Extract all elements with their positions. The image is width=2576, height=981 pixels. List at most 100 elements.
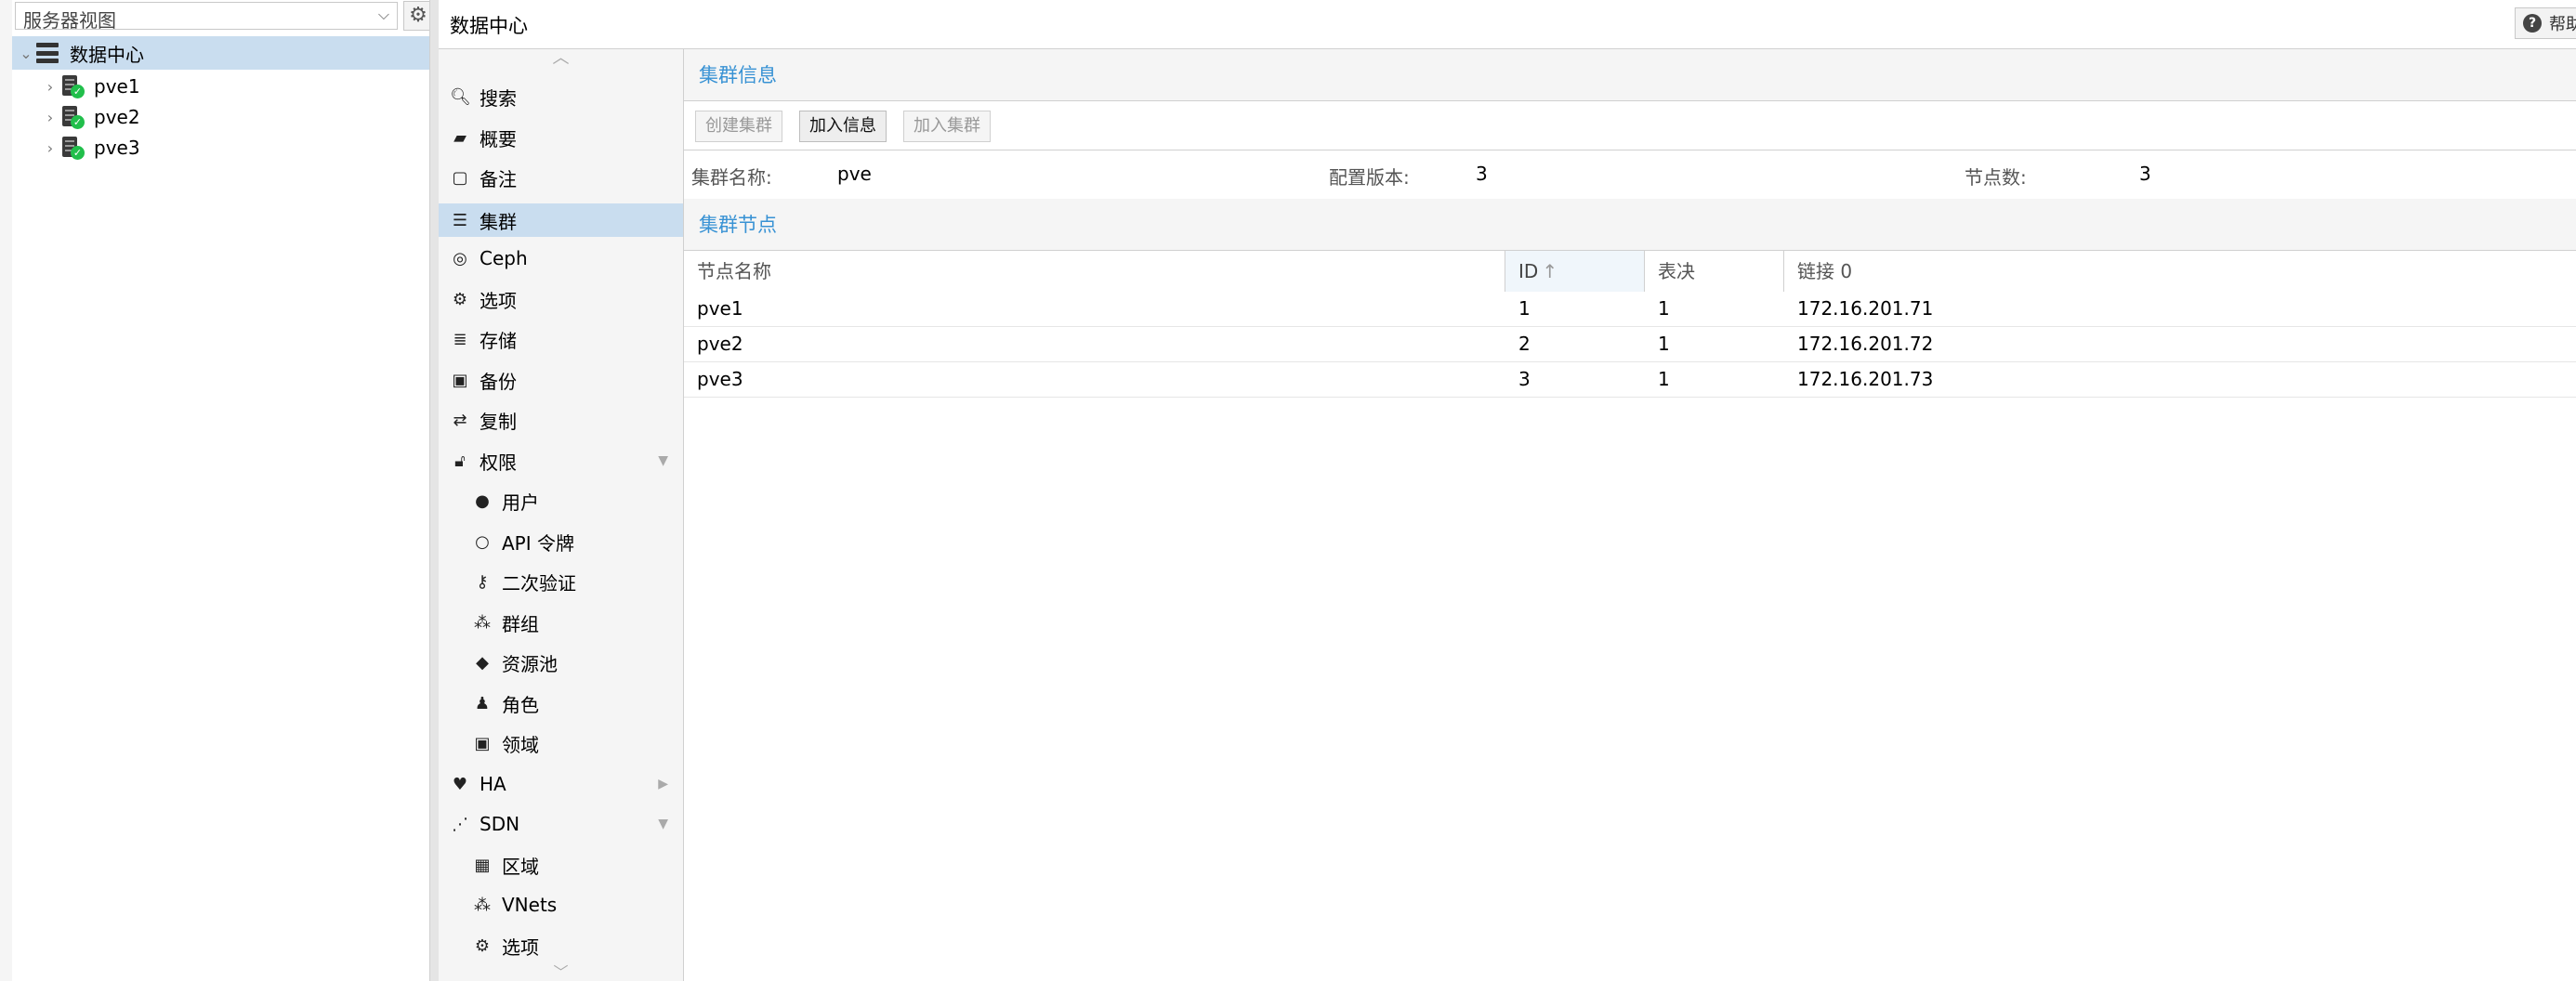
menu-item-api-tokens[interactable]: ○ API 令牌	[439, 525, 683, 558]
expand-icon[interactable]: ›	[40, 78, 60, 96]
node-count-value: 3	[2139, 163, 2151, 185]
menu-item-zones[interactable]: ▦ 区域	[439, 848, 683, 882]
menu-item-label: 用户	[502, 490, 539, 514]
grid-icon: ▦	[474, 855, 491, 875]
table-row[interactable]: pve2 2 1 172.16.201.72	[684, 327, 2576, 362]
menu-item-search[interactable]: 🔍︎ 搜索	[439, 80, 683, 113]
menu-item-replication[interactable]: ⇄ 复制	[439, 403, 683, 437]
menu-item-notes[interactable]: ▢ 备注	[439, 161, 683, 194]
node-name-cell: pve2	[697, 333, 743, 355]
table-row[interactable]: pve3 3 1 172.16.201.73	[684, 362, 2576, 398]
tree-node-pve2[interactable]: › ✓ pve2	[40, 102, 140, 132]
cluster-info-header: 集群信息	[684, 49, 2576, 101]
menu-item-backup[interactable]: ▣ 备份	[439, 363, 683, 397]
cluster-name-label: 集群名称:	[691, 166, 772, 189]
node-id-cell: 1	[1518, 297, 1531, 320]
collapse-icon[interactable]: ⌄	[16, 45, 36, 62]
menu-item-sdn[interactable]: ⋰ SDN ▼	[439, 807, 683, 841]
help-button[interactable]: ? 帮助	[2515, 7, 2576, 39]
book-icon: ▰	[453, 127, 467, 148]
collapse-arrow-icon[interactable]: ▼	[658, 453, 668, 468]
tree-node-label: pve2	[94, 106, 140, 128]
column-header-id[interactable]: ID ↑	[1505, 251, 1645, 292]
node-count-label: 节点数:	[1965, 166, 2027, 189]
notes-icon: ▢	[452, 167, 468, 188]
menu-scroll-down-icon[interactable]: ﹀	[439, 964, 683, 981]
column-header-node-name[interactable]: 节点名称	[684, 251, 1505, 292]
menu-item-label: 二次验证	[502, 571, 576, 595]
menu-item-vnets[interactable]: ⁂ VNets	[439, 888, 683, 922]
heartbeat-icon: ♥	[452, 774, 468, 794]
database-icon: ≣	[453, 329, 467, 349]
node-link0-cell: 172.16.201.73	[1797, 368, 1934, 390]
datacenter-menu: ︿ 🔍︎ 搜索 ▰ 概要 ▢ 备注 ☰ 集群 ◎ Ceph ⚙ 选项 ≣ 存储 …	[439, 49, 684, 981]
page-title: 数据中心	[450, 15, 528, 37]
table-row[interactable]: pve1 1 1 172.16.201.71	[684, 292, 2576, 327]
help-button-label: 帮助	[2549, 15, 2576, 34]
menu-item-label: HA	[480, 773, 506, 795]
column-header-link0[interactable]: 链接 0	[1784, 251, 2576, 292]
resource-tree-panel: 服务器视图 ⌵ ⚙ ⌄ 数据中心 › ✓ pve1 › ✓ pve2 › ✓ p…	[12, 0, 433, 981]
column-header-label: 节点名称	[697, 260, 771, 282]
join-information-button[interactable]: 加入信息	[799, 111, 887, 142]
view-selector[interactable]: 服务器视图 ⌵	[15, 2, 398, 32]
nodes-grid-header: 节点名称 ID ↑ 表决 链接 0	[684, 250, 2576, 293]
expand-icon[interactable]: ›	[40, 139, 60, 157]
menu-item-roles[interactable]: ♟ 角色	[439, 687, 683, 720]
cluster-nodes-title: 集群节点	[699, 214, 777, 236]
menu-item-storage[interactable]: ≣ 存储	[439, 322, 683, 356]
cluster-toolbar: 创建集群 加入信息 加入集群	[684, 101, 2576, 150]
chevron-down-icon: ⌵	[377, 6, 389, 23]
node-link0-cell: 172.16.201.71	[1797, 297, 1934, 320]
menu-item-label: 备注	[480, 167, 517, 190]
user-outline-icon: ○	[475, 531, 490, 552]
unlock-icon: 🔓︎	[454, 451, 466, 471]
column-header-votes[interactable]: 表决	[1645, 251, 1784, 292]
tree-root-label: 数据中心	[70, 43, 144, 66]
menu-item-options[interactable]: ⚙ 选项	[439, 282, 683, 316]
menu-item-label: 选项	[480, 289, 517, 312]
menu-item-label: 搜索	[480, 86, 517, 110]
menu-item-sdn-options[interactable]: ⚙ 选项	[439, 929, 683, 962]
tree-node-label: pve1	[94, 75, 140, 98]
node-votes-cell: 1	[1658, 333, 1670, 355]
menu-item-realms[interactable]: ▣ 领域	[439, 726, 683, 760]
content-header: 数据中心 ? 帮助	[439, 0, 2576, 49]
menu-scroll-up-icon[interactable]: ︿	[439, 49, 683, 68]
tree-root-datacenter[interactable]: ⌄ 数据中心	[12, 36, 429, 70]
menu-item-label: Ceph	[480, 247, 528, 269]
menu-item-ceph[interactable]: ◎ Ceph	[439, 242, 683, 275]
menu-item-two-factor[interactable]: ⚷ 二次验证	[439, 565, 683, 598]
join-cluster-button[interactable]: 加入集群	[903, 111, 991, 142]
node-votes-cell: 1	[1658, 297, 1670, 320]
tree-node-pve3[interactable]: › ✓ pve3	[40, 133, 140, 163]
column-header-label: 表决	[1658, 260, 1695, 282]
node-online-icon: ✓	[60, 136, 85, 160]
cluster-info-row: 集群名称: pve 配置版本: 3 节点数: 3	[684, 150, 2576, 199]
menu-item-pools[interactable]: ◆ 资源池	[439, 646, 683, 679]
expand-arrow-icon[interactable]: ▶	[658, 777, 668, 791]
menu-item-summary[interactable]: ▰ 概要	[439, 121, 683, 154]
column-header-label: ID	[1518, 260, 1539, 282]
menu-item-groups[interactable]: ⁂ 群组	[439, 606, 683, 639]
users-icon: ⁂	[474, 612, 491, 633]
collapse-arrow-icon[interactable]: ▼	[658, 817, 668, 831]
menu-item-ha[interactable]: ♥ HA ▶	[439, 767, 683, 801]
tree-node-pve1[interactable]: › ✓ pve1	[40, 72, 140, 101]
menu-item-label: VNets	[502, 894, 558, 916]
search-icon: 🔍︎	[450, 86, 471, 107]
node-online-icon: ✓	[60, 74, 85, 98]
menu-item-cluster[interactable]: ☰ 集群	[439, 203, 683, 237]
config-version-label: 配置版本:	[1329, 166, 1410, 189]
sdn-icon: ⋰	[452, 814, 468, 834]
cluster-content: 集群信息 创建集群 加入信息 加入集群 集群名称: pve 配置版本: 3 节点…	[684, 49, 2576, 981]
node-link0-cell: 172.16.201.72	[1797, 333, 1934, 355]
expand-icon[interactable]: ›	[40, 109, 60, 126]
datacenter-icon	[36, 43, 59, 63]
menu-item-label: 概要	[480, 127, 517, 150]
menu-item-users[interactable]: ● 用户	[439, 484, 683, 517]
menu-item-label: 资源池	[502, 652, 558, 675]
create-cluster-button[interactable]: 创建集群	[695, 111, 782, 142]
menu-item-permissions[interactable]: 🔓︎ 权限 ▼	[439, 444, 683, 477]
floppy-icon: ▣	[452, 370, 468, 390]
